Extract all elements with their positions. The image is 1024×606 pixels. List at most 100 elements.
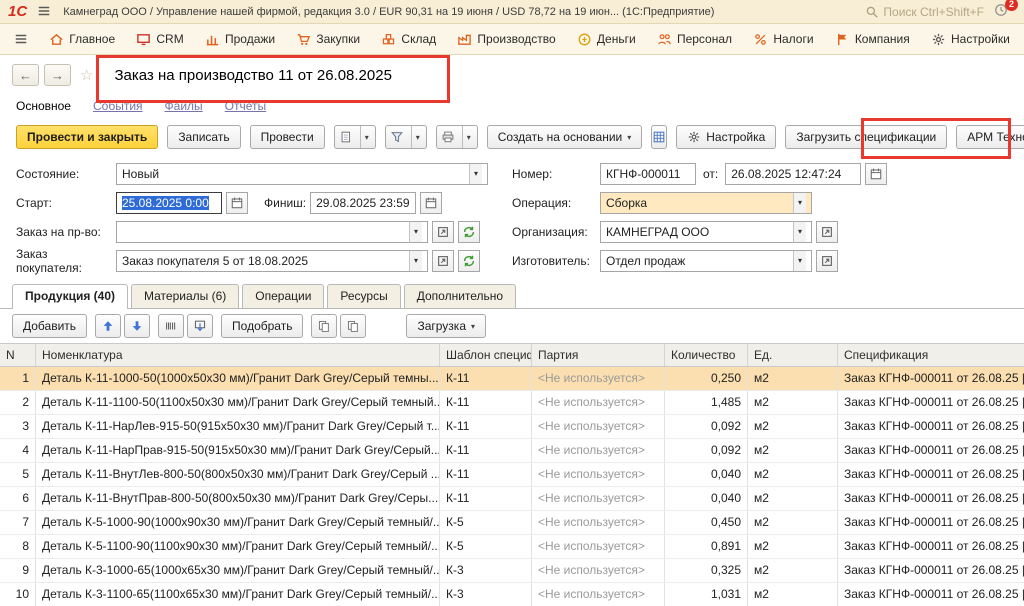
table-cell: 0,092	[665, 415, 748, 438]
table-cell: К-11	[440, 367, 532, 390]
copy-rows-button[interactable]	[311, 314, 338, 338]
table-row[interactable]: 1 Деталь К-11-1000-50(1000x50x30 мм)/Гран…	[0, 367, 1024, 391]
load-specifications-button[interactable]: Загрузить спецификации	[785, 125, 948, 149]
start-date-field[interactable]: 25.08.2025 0:00	[116, 191, 222, 214]
table-row[interactable]: 8 Деталь К-5-1100-90(1100x90x30 мм)/Грани…	[0, 535, 1024, 559]
menu-section-main[interactable]: Главное	[49, 32, 115, 47]
chevron-down-icon[interactable]: ▾	[408, 221, 422, 242]
tab-Материалы (6)[interactable]: Материалы (6)	[131, 284, 240, 308]
chevron-down-icon[interactable]: ▾	[792, 192, 806, 213]
filter-split-button[interactable]: ▾	[384, 125, 427, 149]
organization-open-button[interactable]	[816, 220, 838, 243]
table-cell: <Не используется>	[532, 367, 665, 390]
menu-section-warehouse[interactable]: Склад	[381, 32, 436, 47]
column-header[interactable]: Номенклатура	[36, 344, 440, 366]
finish-date-field[interactable]: 29.08.2025 23:59	[310, 191, 417, 214]
notifications-button[interactable]: 2	[994, 0, 1018, 21]
nav-link-item[interactable]: События	[93, 99, 143, 113]
finish-calendar-button[interactable]	[420, 191, 443, 214]
tab-Продукция (40)[interactable]: Продукция (40)	[12, 284, 128, 309]
menu-section-production[interactable]: Производство	[457, 32, 556, 47]
forward-button[interactable]: →	[44, 64, 71, 86]
table-row[interactable]: 10 Деталь К-3-1100-65(1100x65x30 мм)/Гран…	[0, 583, 1024, 606]
menu-section-crm[interactable]: CRM	[136, 32, 184, 47]
table-row[interactable]: 9 Деталь К-3-1000-65(1000x65x30 мм)/Грани…	[0, 559, 1024, 583]
create-based-on-button[interactable]: Создать на основании ▾	[486, 125, 643, 149]
reports-grid-button[interactable]	[651, 125, 668, 149]
table-cell: 6	[0, 487, 36, 510]
back-button[interactable]: ←	[12, 64, 39, 86]
table-row[interactable]: 2 Деталь К-11-1100-50(1100x50x30 мм)/Гран…	[0, 391, 1024, 415]
move-up-button[interactable]	[95, 314, 122, 338]
table-row[interactable]: 3 Деталь К-11-НарЛев-915-50(915x50x30 мм)…	[0, 415, 1024, 439]
tab-Операции[interactable]: Операции	[242, 284, 325, 308]
sections-menu-button[interactable]	[14, 32, 28, 46]
chevron-down-icon[interactable]: ▾	[468, 163, 482, 184]
main-menu-button[interactable]	[37, 4, 53, 20]
column-header[interactable]: N	[0, 344, 36, 366]
manufacturer-field[interactable]: Отдел продаж ▾	[600, 249, 812, 272]
customer-order-field[interactable]: Заказ покупателя 5 от 18.08.2025 ▾	[116, 249, 428, 272]
add-row-button[interactable]: Добавить	[12, 314, 88, 338]
chevron-down-icon[interactable]: ▾	[792, 221, 806, 242]
column-header[interactable]: Партия	[532, 344, 665, 366]
menu-section-sales[interactable]: Продажи	[205, 32, 275, 47]
prod-order-open-button[interactable]	[432, 220, 454, 243]
table-cell: Деталь К-11-НарПрав-915-50(915x50x30 мм)…	[36, 439, 440, 462]
import-terminal-button[interactable]	[187, 314, 214, 338]
table-cell: К-11	[440, 415, 532, 438]
print-split-button[interactable]: ▾	[435, 125, 478, 149]
chevron-down-icon[interactable]: ▾	[792, 250, 806, 271]
menu-section-settings[interactable]: Настройки	[931, 32, 1010, 47]
column-header[interactable]: Спецификация	[838, 344, 1024, 366]
global-search[interactable]: Поиск Ctrl+Shift+F	[865, 5, 984, 19]
favorite-star-icon[interactable]: ☆	[80, 66, 93, 84]
new-document-split-button[interactable]: ▾	[333, 125, 376, 149]
post-and-close-button[interactable]: Провести и закрыть	[16, 125, 159, 149]
tab-Ресурсы[interactable]: Ресурсы	[327, 284, 401, 308]
barcode-button[interactable]	[158, 314, 185, 338]
nav-link-item[interactable]: Файлы	[165, 99, 203, 113]
table-cell: <Не используется>	[532, 415, 665, 438]
table-row[interactable]: 4 Деталь К-11-НарПрав-915-50(915x50x30 мм…	[0, 439, 1024, 463]
number-field[interactable]: КГНФ-000011	[600, 162, 696, 185]
date-field[interactable]: 26.08.2025 12:47:24	[725, 162, 862, 185]
table-row[interactable]: 7 Деталь К-5-1000-90(1000x90x30 мм)/Грани…	[0, 511, 1024, 535]
nav-link-item[interactable]: Отчеты	[225, 99, 266, 113]
customer-order-refill-button[interactable]	[458, 249, 480, 272]
menu-section-taxes[interactable]: Налоги	[753, 32, 814, 47]
organization-field[interactable]: КАМНЕГРАД ООО ▾	[600, 220, 812, 243]
prod-order-field[interactable]: ▾	[116, 220, 428, 243]
state-combo[interactable]: Новый ▾	[116, 162, 488, 185]
post-button[interactable]: Провести	[249, 125, 325, 149]
start-calendar-button[interactable]	[226, 191, 248, 214]
write-button[interactable]: Записать	[167, 125, 241, 149]
column-header[interactable]: Шаблон специфика...	[440, 344, 532, 366]
table-cell: 0,092	[665, 439, 748, 462]
settings-button[interactable]: Настройка	[676, 125, 777, 149]
menu-section-staff[interactable]: Персонал	[657, 32, 732, 47]
table-row[interactable]: 5 Деталь К-11-ВнутЛев-800-50(800x50x30 мм…	[0, 463, 1024, 487]
menu-section-company[interactable]: Компания	[835, 32, 910, 47]
column-header[interactable]: Количество	[665, 344, 748, 366]
paste-rows-button[interactable]	[340, 314, 367, 338]
tab-Дополнительно[interactable]: Дополнительно	[403, 284, 517, 308]
customer-order-open-button[interactable]	[432, 249, 454, 272]
chevron-down-icon[interactable]: ▾	[408, 250, 422, 271]
operation-combo[interactable]: Сборка ▾	[600, 191, 812, 214]
table-cell: Заказ КГНФ-000011 от 26.08.25 | Дет...	[844, 491, 1024, 505]
date-calendar-button[interactable]	[865, 162, 888, 185]
pick-items-button[interactable]: Подобрать	[221, 314, 304, 338]
load-menu-button[interactable]: Загрузка ▾	[406, 314, 487, 338]
menu-section-purchases[interactable]: Закупки	[296, 32, 360, 47]
move-down-button[interactable]	[124, 314, 151, 338]
prod-order-refill-button[interactable]	[458, 220, 480, 243]
manufacturer-open-button[interactable]	[816, 249, 838, 272]
table-cell: 9	[0, 559, 36, 582]
menu-section-money[interactable]: Деньги	[577, 32, 636, 47]
table-cell: Заказ КГНФ-000011 от 26.08.25 | Дет...	[844, 395, 1024, 409]
table-row[interactable]: 6 Деталь К-11-ВнутПрав-800-50(800x50x30 м…	[0, 487, 1024, 511]
table-cell: 0,040	[665, 487, 748, 510]
arm-technologist-button[interactable]: АРМ Технолога	[956, 125, 1024, 149]
column-header[interactable]: Ед.	[748, 344, 838, 366]
